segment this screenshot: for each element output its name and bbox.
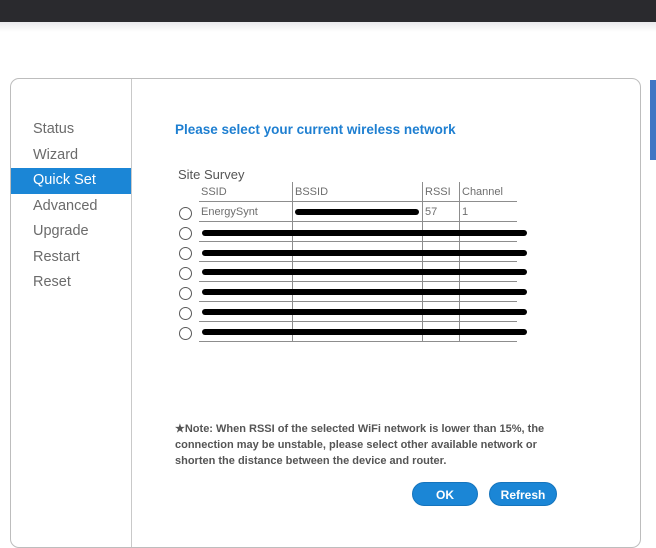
- top-bar-shadow: [0, 22, 656, 32]
- right-edge-accent: [650, 80, 656, 160]
- rssi-note: ★Note: When RSSI of the selected WiFi ne…: [175, 423, 545, 467]
- top-bar: [0, 0, 656, 22]
- redaction-mark: [202, 269, 527, 275]
- network-radio[interactable]: [179, 267, 192, 280]
- network-radio[interactable]: [179, 247, 192, 260]
- main-content: Please select your current wireless netw…: [132, 79, 640, 547]
- network-radio[interactable]: [179, 287, 192, 300]
- cell-ssid: EnergySynt: [199, 201, 293, 222]
- sidebar: Status Wizard Quick Set Advanced Upgrade…: [11, 79, 132, 547]
- header-channel: Channel: [459, 182, 517, 202]
- redaction-mark: [295, 209, 419, 215]
- sidebar-item-wizard[interactable]: Wizard: [11, 143, 131, 169]
- sidebar-item-reset[interactable]: Reset: [11, 270, 131, 296]
- redaction-mark: [202, 289, 527, 295]
- network-radio[interactable]: [179, 207, 192, 220]
- table-header-row: SSID BSSID RSSI Channel: [199, 182, 517, 202]
- network-radio[interactable]: [179, 327, 192, 340]
- sidebar-item-quick-set[interactable]: Quick Set: [11, 168, 131, 194]
- site-survey-table: SSID BSSID RSSI Channel EnergySynt 57 1: [199, 182, 517, 342]
- settings-panel: Status Wizard Quick Set Advanced Upgrade…: [10, 78, 641, 548]
- ok-button[interactable]: OK: [412, 482, 478, 506]
- site-survey-label: Site Survey: [178, 167, 245, 182]
- sidebar-item-status[interactable]: Status: [11, 117, 131, 143]
- header-bssid: BSSID: [292, 182, 423, 202]
- sidebar-item-advanced[interactable]: Advanced: [11, 194, 131, 220]
- sidebar-item-upgrade[interactable]: Upgrade: [11, 219, 131, 245]
- header-ssid: SSID: [199, 182, 293, 202]
- page-title: Please select your current wireless netw…: [175, 122, 456, 137]
- redaction-mark: [202, 230, 527, 236]
- refresh-button[interactable]: Refresh: [489, 482, 557, 506]
- header-rssi: RSSI: [422, 182, 460, 202]
- redaction-mark: [202, 250, 527, 256]
- network-radio[interactable]: [179, 227, 192, 240]
- redaction-mark: [202, 309, 527, 315]
- network-radio[interactable]: [179, 307, 192, 320]
- sidebar-item-restart[interactable]: Restart: [11, 245, 131, 271]
- cell-channel: 1: [459, 201, 517, 222]
- redaction-mark: [202, 329, 527, 335]
- cell-rssi: 57: [422, 201, 460, 222]
